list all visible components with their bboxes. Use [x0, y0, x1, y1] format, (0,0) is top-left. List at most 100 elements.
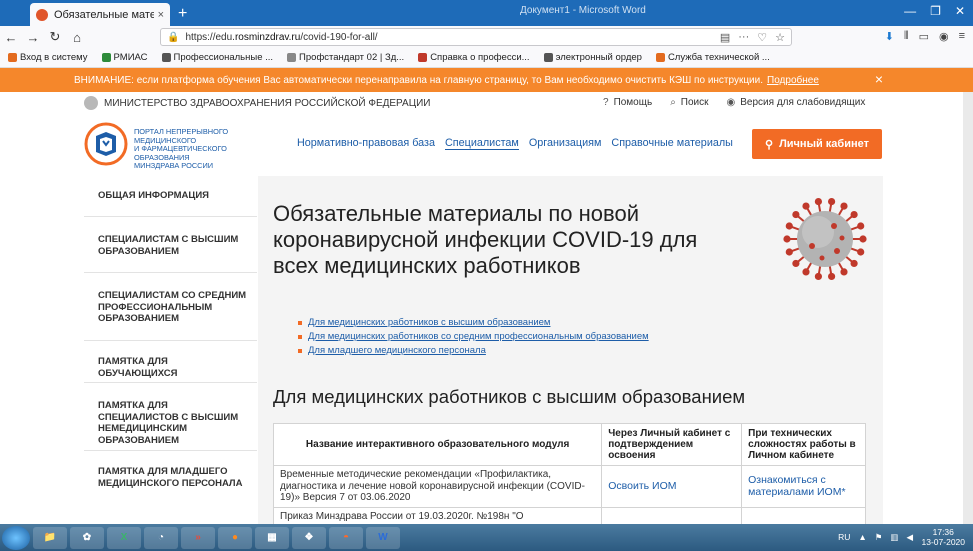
- url-text: https://edu.rosminzdrav.ru/covid-190-for…: [185, 31, 378, 43]
- taskbar-excel-icon[interactable]: X: [107, 526, 141, 549]
- address-bar[interactable]: 🔒 https://edu.rosminzdrav.ru/covid-190-f…: [160, 28, 792, 46]
- ministry-header[interactable]: МИНИСТЕРСТВО ЗДРАВООХРАНЕНИЯ РОССИЙСКОЙ …: [84, 96, 431, 110]
- tray-arrow-icon[interactable]: ▲: [858, 532, 866, 543]
- nav-reference[interactable]: Справочные материалы: [611, 137, 733, 150]
- page-actions-icon[interactable]: ···: [738, 31, 749, 43]
- tab-close-icon[interactable]: ×: [158, 9, 164, 21]
- taskbar-app-icon[interactable]: ✿: [70, 526, 104, 549]
- header-utility-links: ? Помощь ⌕ Поиск ◉ Версия для слабовидящих: [603, 97, 865, 108]
- bookmark-item[interactable]: Вход в систему: [8, 52, 88, 63]
- taskbar-app-icon[interactable]: ◓: [329, 526, 363, 549]
- bookmark-star-icon[interactable]: ☆: [775, 31, 785, 44]
- ministry-name: МИНИСТЕРСТВО ЗДРАВООХРАНЕНИЯ РОССИЙСКОЙ …: [104, 97, 431, 109]
- alert-close-icon[interactable]: ×: [875, 71, 883, 87]
- bookmark-favicon-icon: [161, 53, 171, 62]
- sidebar-item-secondary-ed[interactable]: СПЕЦИАЛИСТАМ СО СРЕДНИМ ПРОФЕССИОНАЛЬНЫМ…: [98, 290, 248, 325]
- taskbar-firefox-icon[interactable]: ●: [218, 526, 252, 549]
- lock-icon[interactable]: 🔒: [167, 32, 179, 43]
- bookmark-item[interactable]: Профстандарт 02 | Зд...: [287, 52, 404, 63]
- windows-taskbar: 📁 ✿ X ◔ » ● ▦ ❖ ◓ W RU ▲ ⚑ ▥ ◀ 17:36 13-…: [0, 524, 973, 551]
- sidebar: ОБЩАЯ ИНФОРМАЦИЯ СПЕЦИАЛИСТАМ С ВЫСШИМ О…: [84, 176, 257, 524]
- forward-icon[interactable]: →: [22, 30, 44, 45]
- modules-table: Название интерактивного образовательного…: [272, 423, 866, 528]
- taskbar-app-icon[interactable]: ❖: [292, 526, 326, 549]
- sidebar-item-general[interactable]: ОБЩАЯ ИНФОРМАЦИЯ: [98, 190, 248, 202]
- alert-more-link[interactable]: Подробнее: [767, 75, 819, 86]
- taskbar-app-icon[interactable]: ▦: [255, 526, 289, 549]
- taskbar-app-icon[interactable]: »: [181, 526, 215, 549]
- volume-icon[interactable]: ◀: [906, 532, 913, 543]
- coronavirus-icon: [783, 197, 867, 281]
- open-module-link[interactable]: Освоить ИОМ: [601, 465, 743, 508]
- bookmark-favicon-icon: [287, 53, 297, 62]
- minimize-icon[interactable]: —: [904, 4, 916, 18]
- table-header-row: Название интерактивного образовательного…: [272, 423, 866, 466]
- system-clock[interactable]: 17:36 13-07-2020: [922, 527, 965, 547]
- list-item: Для медицинских работников со средним пр…: [298, 330, 649, 344]
- start-button[interactable]: [2, 525, 30, 550]
- user-icon: ⚲: [765, 138, 774, 151]
- menu-icon[interactable]: ≡: [959, 30, 965, 43]
- window-controls: — ❐ ✕: [904, 4, 965, 18]
- portal-logo-icon[interactable]: [84, 122, 128, 166]
- view-materials-link[interactable]: Ознакомиться с материалами ИОМ*: [741, 465, 866, 508]
- page-scrollbar[interactable]: [963, 92, 973, 524]
- taskbar-explorer-icon[interactable]: 📁: [33, 526, 67, 549]
- help-icon: ?: [603, 97, 609, 108]
- anchor-link-junior-staff[interactable]: Для младшего медицинского персонала: [308, 344, 486, 358]
- nav-specialists[interactable]: Специалистам: [445, 137, 519, 150]
- new-tab-button[interactable]: +: [178, 5, 187, 23]
- taskbar-word-icon[interactable]: W: [366, 526, 400, 549]
- anchor-link-secondary-ed[interactable]: Для медицинских работников со средним пр…: [308, 330, 649, 344]
- alert-text: ВНИМАНИЕ: если платформа обучения Вас ав…: [74, 74, 764, 86]
- sidebar-divider: [84, 216, 257, 217]
- bookmark-favicon-icon: [418, 53, 428, 62]
- flag-icon[interactable]: ⚑: [875, 532, 883, 543]
- sidebar-item-higher-ed[interactable]: СПЕЦИАЛИСТАМ С ВЫСШИМ ОБРАЗОВАНИЕМ: [98, 234, 248, 257]
- bookmark-favicon-icon: [543, 53, 553, 62]
- nav-organizations[interactable]: Организациям: [529, 137, 602, 150]
- bookmark-item[interactable]: Служба технической ...: [655, 52, 770, 63]
- language-indicator[interactable]: RU: [838, 532, 850, 543]
- search-icon: ⌕: [670, 97, 676, 108]
- nav-legal-base[interactable]: Нормативно-правовая база: [297, 137, 435, 150]
- help-link[interactable]: ? Помощь: [603, 97, 652, 108]
- download-icon[interactable]: ⬇: [885, 30, 894, 43]
- window-close-icon[interactable]: ✕: [955, 4, 965, 18]
- cache-warning-banner: ВНИМАНИЕ: если платформа обучения Вас ав…: [0, 68, 973, 92]
- sidebar-icon[interactable]: ▭: [919, 30, 929, 43]
- maximize-icon[interactable]: ❐: [930, 4, 941, 18]
- home-icon[interactable]: ⌂: [66, 30, 88, 45]
- table-row: Временные методические рекомендации «Про…: [272, 465, 866, 508]
- search-link[interactable]: ⌕ Поиск: [670, 97, 708, 108]
- accessible-version-link[interactable]: ◉ Версия для слабовидящих: [727, 97, 866, 108]
- column-header: Название интерактивного образовательного…: [272, 423, 603, 466]
- portal-name[interactable]: ПОРТАЛ НЕПРЕРЫВНОГО МЕДИЦИНСКОГО И ФАРМА…: [134, 127, 284, 171]
- pocket-icon[interactable]: ♡: [757, 31, 767, 44]
- anchor-links: Для медицинских работников с высшим обра…: [298, 316, 649, 358]
- bookmark-item[interactable]: РМИАС: [101, 52, 148, 63]
- bookmark-item[interactable]: электронный ордер: [543, 52, 642, 63]
- sidebar-divider: [84, 382, 257, 383]
- account-icon[interactable]: ◉: [939, 30, 949, 43]
- sidebar-item-nonmedical-memo[interactable]: ПАМЯТКА ДЛЯ СПЕЦИАЛИСТОВ С ВЫСШИМ НЕМЕДИ…: [98, 400, 248, 446]
- browser-tab-active[interactable]: Обязательные материалы по ×: [30, 3, 170, 26]
- library-icon[interactable]: ⫴: [904, 30, 909, 43]
- bookmark-item[interactable]: Справка о професси...: [418, 52, 530, 63]
- column-header: Через Личный кабинет с подтверждением ос…: [601, 423, 743, 466]
- reader-mode-icon[interactable]: ▤: [720, 31, 730, 44]
- bookmark-favicon-icon: [8, 53, 17, 62]
- main-nav: Нормативно-правовая база Специалистам Ор…: [297, 137, 733, 150]
- back-icon[interactable]: ←: [0, 30, 22, 45]
- reload-icon[interactable]: ↻: [44, 29, 66, 45]
- tab-title: Обязательные материалы по: [54, 8, 154, 21]
- taskbar-app-icon[interactable]: ◔: [144, 526, 178, 549]
- sidebar-item-junior-staff-memo[interactable]: ПАМЯТКА ДЛЯ МЛАДШЕГО МЕДИЦИНСКОГО ПЕРСОН…: [98, 466, 248, 489]
- anchor-link-higher-ed[interactable]: Для медицинских работников с высшим обра…: [308, 316, 550, 330]
- browser-right-tools: ⬇ ⫴ ▭ ◉ ≡: [885, 30, 965, 43]
- coat-of-arms-icon: [84, 96, 98, 110]
- bookmark-item[interactable]: Профессиональные ...: [161, 52, 273, 63]
- network-icon[interactable]: ▥: [890, 532, 898, 543]
- personal-cabinet-button[interactable]: ⚲ Личный кабинет: [752, 129, 882, 159]
- sidebar-item-students-memo[interactable]: ПАМЯТКА ДЛЯ ОБУЧАЮЩИХСЯ: [98, 356, 248, 379]
